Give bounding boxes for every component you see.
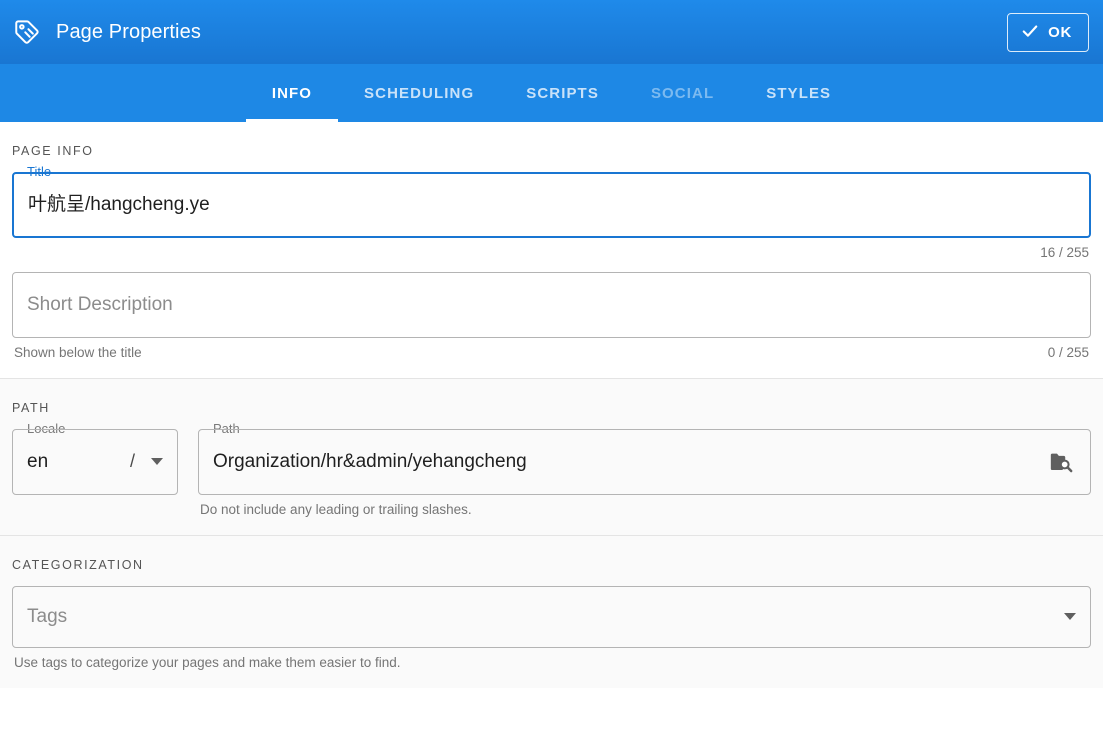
section-title-path: PATH [12,401,50,415]
description-field[interactable]: Short Description [12,272,1091,338]
path-field-wrap: Path Organization/hr&admin/yehangcheng D… [198,421,1091,517]
title-field-box[interactable]: 叶航呈/hangcheng.ye [12,172,1091,238]
section-page-info: PAGE INFO Title 叶航呈/hangcheng.ye 16 / 25… [0,122,1103,378]
section-path: PATH Locale en / Path Organization/hr&ad… [0,378,1103,535]
chevron-down-icon[interactable] [1064,613,1076,621]
tab-bar: INFO SCHEDULING SCRIPTS SOCIAL STYLES [0,64,1103,122]
path-field-row: Organization/hr&admin/yehangcheng [213,447,1076,477]
tags-field-helper-row: Use tags to categorize your pages and ma… [12,655,1091,670]
section-title-categorization: CATEGORIZATION [12,558,144,572]
path-field-value: Organization/hr&admin/yehangcheng [213,450,527,472]
locale-field-row: en / [27,451,163,474]
chevron-down-icon[interactable] [151,458,163,466]
tags-field-placeholder: Tags [27,605,68,627]
folder-search-icon[interactable] [1046,447,1076,477]
description-field-placeholder: Short Description [27,293,173,315]
check-icon [1020,21,1040,44]
title-field-helper-row: 16 / 255 [12,245,1091,260]
tags-field-helper: Use tags to categorize your pages and ma… [14,655,401,670]
path-field-box[interactable]: Organization/hr&admin/yehangcheng [198,429,1091,495]
tab-styles[interactable]: STYLES [740,64,857,122]
title-field-counter: 16 / 255 [1040,245,1089,260]
tab-scheduling[interactable]: SCHEDULING [338,64,500,122]
path-field-helper-row: Do not include any leading or trailing s… [198,502,1091,517]
ok-button[interactable]: OK [1007,12,1089,52]
locale-field-value: en [27,450,49,472]
tags-field-box[interactable]: Tags [12,586,1091,648]
tags-field-row: Tags [27,606,1076,629]
tab-social: SOCIAL [625,64,740,122]
locale-separator: / [129,451,135,472]
ok-button-label: OK [1048,23,1072,41]
section-title-page-info: PAGE INFO [12,144,94,158]
description-field-counter: 0 / 255 [1047,345,1089,360]
tab-info[interactable]: INFO [245,64,339,122]
title-field-value: 叶航呈/hangcheng.ye [28,193,210,215]
description-field-helper: Shown below the title [14,345,142,360]
path-row: Locale en / Path Organization/hr&admin/y… [12,421,1091,517]
description-field-box[interactable]: Short Description [12,272,1091,338]
locale-field[interactable]: Locale en / [12,421,178,495]
locale-field-box[interactable]: en / [12,429,178,495]
app-header: Page Properties OK [0,0,1103,64]
path-field[interactable]: Path Organization/hr&admin/yehangcheng [198,421,1091,495]
page-title: Page Properties [56,20,201,43]
tags-field[interactable]: Tags [12,586,1091,648]
title-field[interactable]: Title 叶航呈/hangcheng.ye [12,164,1091,238]
locale-field-wrap: Locale en / [12,421,178,495]
tag-icon [12,17,42,47]
tab-scripts[interactable]: SCRIPTS [500,64,625,122]
description-field-helper-row: Shown below the title 0 / 255 [12,345,1091,360]
section-categorization: CATEGORIZATION Tags Use tags to categori… [0,535,1103,688]
path-field-helper: Do not include any leading or trailing s… [200,502,472,517]
